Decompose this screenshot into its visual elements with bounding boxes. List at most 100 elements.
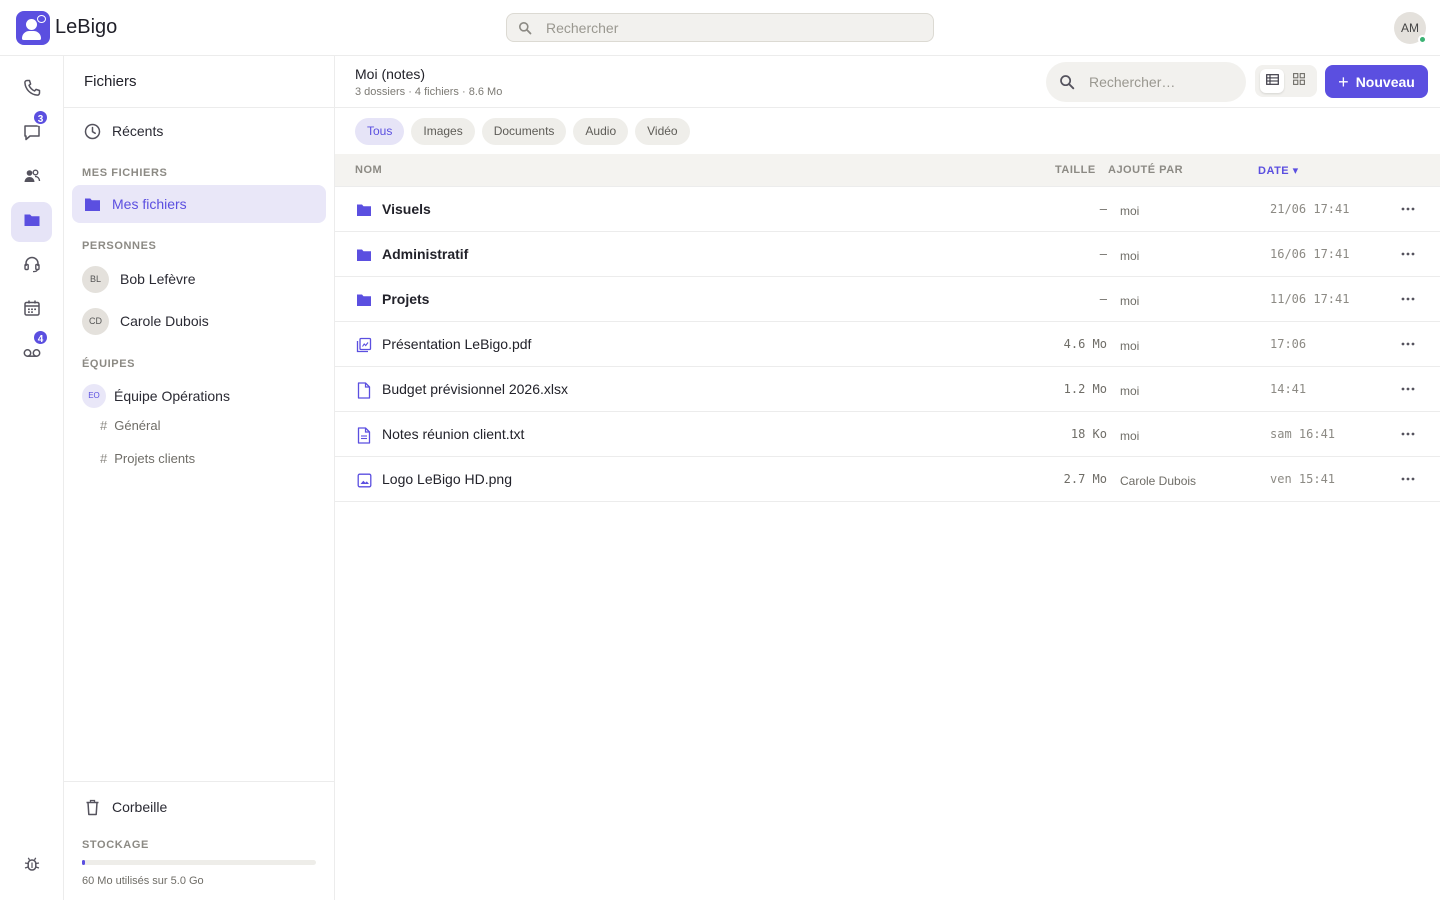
files-search-box[interactable] bbox=[1046, 62, 1246, 102]
rail-voicemail[interactable]: 4 bbox=[11, 329, 52, 374]
grid-view-button[interactable] bbox=[1287, 69, 1311, 93]
file-row[interactable]: Budget prévisionnel 2026.xlsx 1.2 Mo moi 14… bbox=[335, 367, 1440, 412]
section-people: PERSONNES bbox=[82, 240, 157, 252]
rail-contacts[interactable] bbox=[11, 158, 52, 198]
more-horizontal-icon bbox=[1401, 342, 1415, 346]
filter-chip-audio[interactable]: Audio bbox=[573, 118, 629, 145]
column-date-sorted[interactable]: DATE ▾ bbox=[1258, 164, 1299, 177]
app-logo-icon[interactable] bbox=[16, 11, 50, 45]
search-icon bbox=[518, 21, 532, 40]
filter-chip-video[interactable]: Vidéo bbox=[635, 118, 690, 145]
more-actions-button[interactable] bbox=[1393, 469, 1423, 489]
rail-files[interactable] bbox=[11, 202, 52, 242]
file-date: 11/06 17:41 bbox=[1270, 292, 1350, 306]
messages-badge: 3 bbox=[32, 109, 49, 126]
files-search-input[interactable] bbox=[1089, 62, 1239, 102]
file-name[interactable]: Budget prévisionnel 2026.xlsx bbox=[382, 381, 568, 397]
file-added-by: moi bbox=[1120, 429, 1140, 443]
file-name[interactable]: Visuels bbox=[382, 201, 431, 217]
person-name: Carole Dubois bbox=[120, 313, 209, 329]
sidebar-item-channel[interactable]: # Projets clients bbox=[100, 451, 195, 466]
rail-calendar[interactable] bbox=[11, 290, 52, 330]
new-button[interactable]: + Nouveau bbox=[1325, 65, 1428, 98]
folder-row[interactable]: Visuels — moi 21/06 17:41 bbox=[335, 187, 1440, 232]
table-header: NOM TAILLE AJOUTÉ PAR DATE ▾ bbox=[335, 154, 1440, 187]
more-horizontal-icon bbox=[1401, 297, 1415, 301]
more-actions-button[interactable] bbox=[1393, 334, 1423, 354]
file-row[interactable]: Présentation LeBigo.pdf 4.6 Mo moi 17:06 bbox=[335, 322, 1440, 367]
sidebar-footer: Corbeille STOCKAGE 60 Mo utilisés sur 5.… bbox=[64, 781, 334, 900]
filter-chip-images[interactable]: Images bbox=[411, 118, 475, 145]
file-row[interactable]: Logo LeBigo HD.png 2.7 Mo Carole Dubois ven… bbox=[335, 457, 1440, 502]
more-actions-button[interactable] bbox=[1393, 244, 1423, 264]
sidebar-item-person[interactable]: CD Carole Dubois bbox=[72, 302, 326, 340]
folder-icon bbox=[355, 291, 373, 309]
file-size: 4.6 Mo bbox=[1063, 337, 1107, 351]
folder-row[interactable]: Projets — moi 11/06 17:41 bbox=[335, 277, 1440, 322]
hash-icon: # bbox=[100, 418, 108, 433]
plus-icon: + bbox=[1338, 71, 1349, 92]
rail-debug[interactable] bbox=[11, 846, 52, 886]
more-actions-button[interactable] bbox=[1393, 379, 1423, 399]
storage-label: STOCKAGE bbox=[82, 839, 149, 851]
folder-summary: 3 dossiers · 4 fichiers · 8.6 Mo bbox=[355, 86, 503, 98]
file-row[interactable]: Notes réunion client.txt 18 Ko moi sam 16:4… bbox=[335, 412, 1440, 457]
column-size[interactable]: TAILLE bbox=[1055, 164, 1096, 176]
file-name[interactable]: Logo LeBigo HD.png bbox=[382, 471, 512, 487]
view-toggle bbox=[1255, 65, 1317, 97]
folder-row[interactable]: Administratif — moi 16/06 17:41 bbox=[335, 232, 1440, 277]
more-horizontal-icon bbox=[1401, 207, 1415, 211]
file-date: 21/06 17:41 bbox=[1270, 202, 1350, 216]
filter-chip-all[interactable]: Tous bbox=[355, 118, 405, 145]
user-avatar[interactable]: AM bbox=[1394, 12, 1427, 44]
text-file-icon bbox=[355, 426, 373, 444]
file-size: 18 Ko bbox=[1070, 427, 1107, 441]
filter-chips: Tous Images Documents Audio Vidéo bbox=[355, 118, 697, 145]
rail-messages[interactable]: 3 bbox=[11, 109, 52, 154]
file-added-by: moi bbox=[1120, 204, 1140, 218]
document-icon bbox=[355, 381, 373, 399]
section-teams: ÉQUIPES bbox=[82, 358, 136, 370]
main-header: Moi (notes) 3 dossiers · 4 fichiers · 8.… bbox=[335, 56, 1440, 108]
column-name[interactable]: NOM bbox=[355, 164, 382, 176]
file-added-by: moi bbox=[1120, 384, 1140, 398]
more-actions-button[interactable] bbox=[1393, 199, 1423, 219]
file-added-by: moi bbox=[1120, 339, 1140, 353]
filter-chip-documents[interactable]: Documents bbox=[481, 118, 567, 145]
file-added-by: moi bbox=[1120, 294, 1140, 308]
sidebar-item-channel[interactable]: # Général bbox=[100, 418, 160, 433]
file-name[interactable]: Projets bbox=[382, 291, 429, 307]
sidebar-header: Fichiers bbox=[64, 56, 334, 108]
sidebar-item-person[interactable]: BL Bob Lefèvre bbox=[72, 260, 326, 298]
global-search-input[interactable] bbox=[546, 14, 916, 41]
list-view-button[interactable] bbox=[1260, 69, 1284, 93]
more-actions-button[interactable] bbox=[1393, 424, 1423, 444]
file-name[interactable]: Notes réunion client.txt bbox=[382, 426, 524, 442]
sidebar-item-label: Mes fichiers bbox=[112, 196, 187, 212]
section-my-files: MES FICHIERS bbox=[82, 167, 168, 179]
column-added-by[interactable]: AJOUTÉ PAR bbox=[1108, 164, 1183, 176]
rail-calls[interactable] bbox=[11, 70, 52, 110]
grid-view-icon bbox=[1293, 72, 1305, 90]
sidebar-item-trash[interactable]: Corbeille bbox=[72, 788, 326, 826]
clock-icon bbox=[82, 123, 102, 140]
team-avatar: EO bbox=[82, 384, 106, 408]
sidebar-item-team[interactable]: EO Équipe Opérations bbox=[72, 377, 326, 415]
list-view-icon bbox=[1265, 72, 1279, 90]
pdf-file-icon bbox=[355, 336, 373, 354]
sidebar-item-my-files[interactable]: Mes fichiers bbox=[72, 185, 326, 223]
more-actions-button[interactable] bbox=[1393, 289, 1423, 309]
file-size: — bbox=[1099, 292, 1107, 306]
storage-progress-bar bbox=[82, 860, 316, 865]
sidebar-item-recents[interactable]: Récents bbox=[72, 112, 326, 150]
image-file-icon bbox=[355, 471, 373, 489]
file-name[interactable]: Présentation LeBigo.pdf bbox=[382, 336, 531, 352]
person-name: Bob Lefèvre bbox=[120, 271, 196, 287]
file-name[interactable]: Administratif bbox=[382, 246, 468, 262]
global-search-box[interactable] bbox=[506, 13, 934, 42]
trash-icon bbox=[82, 799, 102, 816]
rail-support[interactable] bbox=[11, 246, 52, 286]
storage-usage-text: 60 Mo utilisés sur 5.0 Go bbox=[82, 875, 204, 887]
more-horizontal-icon bbox=[1401, 387, 1415, 391]
folder-icon bbox=[355, 246, 373, 264]
